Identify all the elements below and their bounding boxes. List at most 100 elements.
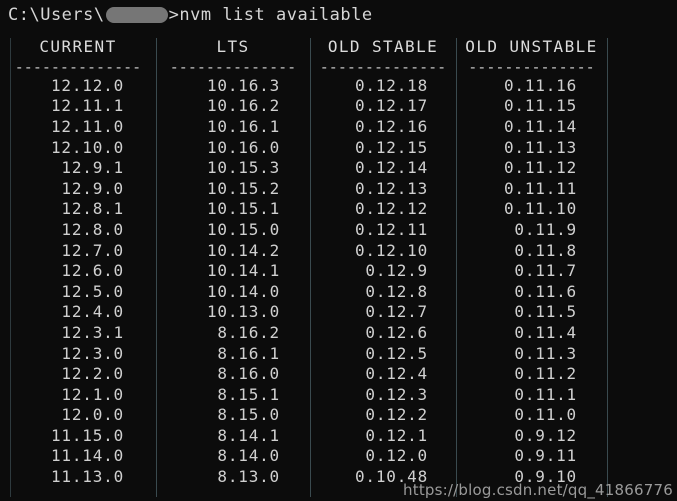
- table-row: 12.8.1 10.15.1 0.12.12 0.11.10: [0, 199, 677, 220]
- version-cell: 12.12.0: [50, 75, 124, 95]
- version-cell: 0.11.4: [514, 322, 577, 342]
- column-header-old-unstable: OLD UNSTABLE: [465, 36, 598, 56]
- version-cell: 0.12.6: [365, 322, 428, 342]
- table-row: 12.12.0 10.16.3 0.12.18 0.11.16: [0, 75, 677, 96]
- version-cell: 12.0.0: [61, 405, 124, 425]
- version-cell: 0.11.9: [514, 219, 577, 239]
- version-cell: 12.9.0: [61, 178, 124, 198]
- version-cell: 8.15.1: [217, 384, 280, 404]
- version-cell: 10.15.0: [206, 219, 280, 239]
- table-row: 12.6.0 10.14.1 0.12.9 0.11.7: [0, 260, 677, 281]
- version-cell: 12.9.1: [61, 158, 124, 178]
- version-cell: 8.15.0: [217, 405, 280, 425]
- table-row: 12.8.0 10.15.0 0.12.11 0.11.9: [0, 219, 677, 240]
- column-header-lts: LTS: [216, 36, 250, 56]
- table-row: 11.14.0 8.14.0 0.12.0 0.9.11: [0, 446, 677, 467]
- version-cell: 0.12.4: [365, 364, 428, 384]
- version-cell: 12.3.1: [61, 322, 124, 342]
- table-grid: CURRENT LTS OLD STABLE OLD UNSTABLE ----…: [0, 34, 677, 487]
- version-cell: 0.11.13: [503, 137, 577, 157]
- version-cell: 8.16.1: [217, 343, 280, 363]
- table-row: 12.9.1 10.15.3 0.12.14 0.11.12: [0, 157, 677, 178]
- version-cell: 10.16.0: [206, 137, 280, 157]
- separator-dashes: --------------: [319, 57, 447, 76]
- prompt-caret: >: [168, 5, 180, 25]
- version-cell: 0.12.18: [354, 75, 428, 95]
- version-cell: 12.3.0: [61, 343, 124, 363]
- version-cell: 10.14.0: [206, 281, 280, 301]
- table-row: 12.10.0 10.16.0 0.12.15 0.11.13: [0, 137, 677, 158]
- separator-dashes: --------------: [169, 57, 297, 76]
- watermark: https://blog.csdn.net/qq_41866776: [403, 481, 673, 499]
- table-row: 12.5.0 10.14.0 0.12.8 0.11.6: [0, 281, 677, 302]
- table-row: 12.0.0 8.15.0 0.12.2 0.11.0: [0, 405, 677, 426]
- version-cell: 0.11.8: [514, 240, 577, 260]
- redacted-username: [105, 7, 168, 23]
- table-row: 12.2.0 8.16.0 0.12.4 0.11.2: [0, 363, 677, 384]
- terminal-window: C:\Users\ > nvm list available CURRENT LTS…: [0, 0, 677, 501]
- version-cell: 0.11.10: [503, 199, 577, 219]
- version-cell: 11.14.0: [50, 446, 124, 466]
- version-cell: 0.11.0: [514, 405, 577, 425]
- version-cell: 10.13.0: [206, 302, 280, 322]
- table-row: 12.3.1 8.16.2 0.12.6 0.11.4: [0, 322, 677, 343]
- version-cell: 12.8.0: [61, 219, 124, 239]
- version-cell: 12.10.0: [50, 137, 124, 157]
- version-cell: 10.14.1: [206, 261, 280, 281]
- version-cell: 0.12.1: [365, 425, 428, 445]
- version-cell: 12.2.0: [61, 364, 124, 384]
- version-cell: 12.11.0: [50, 116, 124, 136]
- version-cell: 8.14.1: [217, 425, 280, 445]
- table-row: 12.9.0 10.15.2 0.12.13 0.11.11: [0, 178, 677, 199]
- version-cell: 10.15.3: [206, 158, 280, 178]
- separator-dashes: --------------: [468, 57, 595, 76]
- version-cell: 0.11.5: [514, 302, 577, 322]
- separator-dashes: --------------: [14, 57, 142, 76]
- version-cell: 11.13.0: [50, 467, 124, 487]
- version-cell: 0.11.6: [514, 281, 577, 301]
- version-cell: 12.8.1: [61, 199, 124, 219]
- table-separator-row: -------------- -------------- ----------…: [0, 57, 677, 76]
- version-cell: 0.9.12: [514, 425, 577, 445]
- version-cell: 12.5.0: [61, 281, 124, 301]
- version-cell: 0.12.11: [354, 219, 428, 239]
- version-cell: 0.11.7: [514, 261, 577, 281]
- version-cell: 0.12.7: [365, 302, 428, 322]
- version-cell: 10.15.2: [206, 178, 280, 198]
- version-cell: 0.11.12: [503, 158, 577, 178]
- version-cell: 12.4.0: [61, 302, 124, 322]
- version-cell: 0.9.11: [514, 446, 577, 466]
- column-header-current: CURRENT: [39, 36, 117, 56]
- table-row: 12.3.0 8.16.1 0.12.5 0.11.3: [0, 343, 677, 364]
- version-cell: 12.6.0: [61, 261, 124, 281]
- version-cell: 12.7.0: [61, 240, 124, 260]
- version-cell: 0.12.10: [354, 240, 428, 260]
- column-header-old-stable: OLD STABLE: [327, 36, 439, 56]
- prompt-path-prefix: C:\Users\: [8, 5, 105, 25]
- command-text: nvm list available: [179, 5, 373, 25]
- version-cell: 0.11.3: [514, 343, 577, 363]
- version-cell: 0.11.15: [503, 96, 577, 116]
- version-cell: 12.1.0: [61, 384, 124, 404]
- table-row: 12.11.0 10.16.1 0.12.16 0.11.14: [0, 116, 677, 137]
- version-cell: 0.12.9: [365, 261, 428, 281]
- version-cell: 12.11.1: [50, 96, 124, 116]
- version-cell: 8.16.0: [217, 364, 280, 384]
- version-cell: 0.12.5: [365, 343, 428, 363]
- version-cell: 0.11.16: [503, 75, 577, 95]
- version-cell: 0.11.14: [503, 116, 577, 136]
- version-table: CURRENT LTS OLD STABLE OLD UNSTABLE ----…: [0, 34, 677, 501]
- version-cell: 10.14.2: [206, 240, 280, 260]
- version-cell: 0.12.3: [365, 384, 428, 404]
- version-cell: 0.12.0: [365, 446, 428, 466]
- version-cell: 0.12.15: [354, 137, 428, 157]
- version-cell: 8.13.0: [217, 467, 280, 487]
- version-cell: 0.12.16: [354, 116, 428, 136]
- version-cell: 10.16.3: [206, 75, 280, 95]
- version-cell: 0.12.8: [365, 281, 428, 301]
- version-cell: 8.16.2: [217, 322, 280, 342]
- version-cell: 8.14.0: [217, 446, 280, 466]
- version-cell: 10.16.1: [206, 116, 280, 136]
- table-row: 12.11.1 10.16.2 0.12.17 0.11.15: [0, 96, 677, 117]
- table-row: 12.7.0 10.14.2 0.12.10 0.11.8: [0, 240, 677, 261]
